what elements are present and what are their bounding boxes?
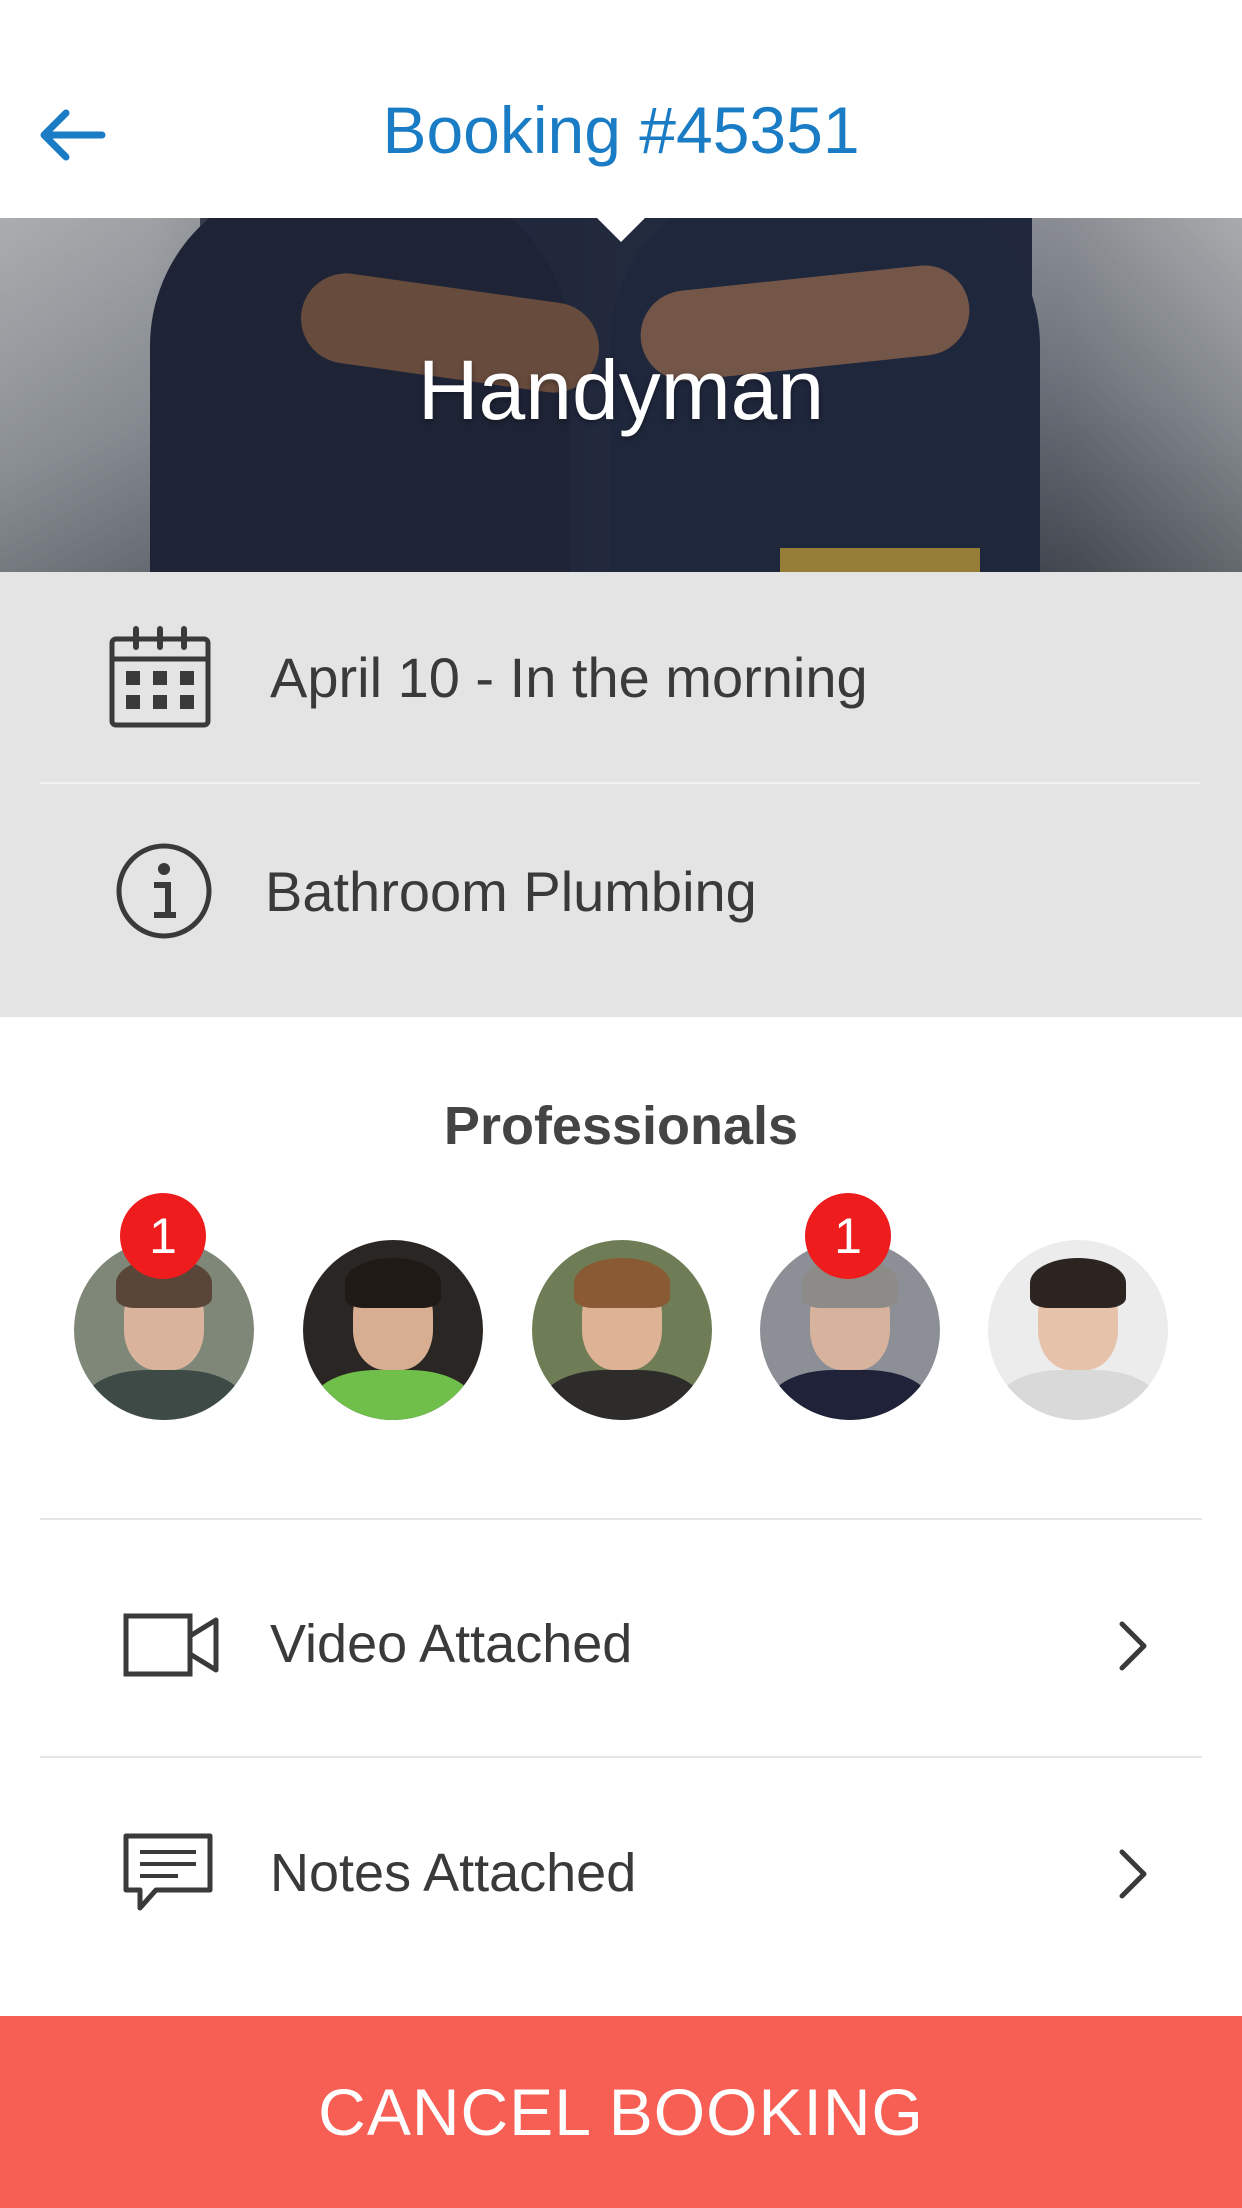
cancel-booking-button[interactable]: CANCEL BOOKING — [0, 2016, 1242, 2208]
video-attached-label: Video Attached — [270, 1614, 633, 1674]
professional-avatar-3[interactable] — [532, 1240, 712, 1420]
info-icon — [116, 843, 212, 939]
avatar-shoulders — [770, 1370, 930, 1420]
avatar-hair — [574, 1258, 670, 1308]
avatar-hair — [345, 1258, 441, 1308]
avatar-shoulders — [998, 1370, 1158, 1420]
booking-date-text: April 10 - In the morning — [270, 646, 868, 709]
professional-avatar-5[interactable] — [988, 1240, 1168, 1420]
page-title: Booking #45351 — [382, 93, 860, 167]
chat-bubble-icon — [123, 1833, 213, 1911]
service-hero-image: Handyman — [0, 218, 1242, 572]
avatar-hair — [1030, 1258, 1126, 1308]
avatar-shoulders — [84, 1370, 244, 1420]
notification-badge: 1 — [805, 1193, 891, 1279]
professionals-heading: Professionals — [443, 1096, 799, 1156]
notes-attached-row[interactable]: Notes Attached — [0, 1758, 1242, 1988]
notification-badge: 1 — [120, 1193, 206, 1279]
header-bar: Booking #45351 — [0, 0, 1242, 218]
video-camera-icon — [123, 1613, 219, 1677]
calendar-icon — [109, 626, 211, 728]
booking-detail-screen: Booking #45351 Handyman April 10 - In th… — [0, 0, 1242, 2208]
booking-description-row: Bathroom Plumbing — [0, 784, 1242, 994]
booking-description-text: Bathroom Plumbing — [265, 860, 757, 923]
booking-date-row: April 10 - In the morning — [0, 572, 1242, 782]
booking-details-panel: April 10 - In the morning Bathroom Plumb… — [0, 572, 1242, 1017]
chevron-right-icon — [1119, 1621, 1147, 1671]
hero-pointer-notch — [597, 218, 645, 242]
avatar-shoulders — [542, 1370, 702, 1420]
video-attached-row[interactable]: Video Attached — [0, 1528, 1242, 1758]
chevron-right-icon — [1119, 1849, 1147, 1899]
avatar-shoulders — [313, 1370, 473, 1420]
notes-attached-label: Notes Attached — [270, 1843, 637, 1903]
service-title: Handyman — [417, 343, 825, 437]
section-divider — [40, 1518, 1202, 1520]
professional-avatar-2[interactable] — [303, 1240, 483, 1420]
